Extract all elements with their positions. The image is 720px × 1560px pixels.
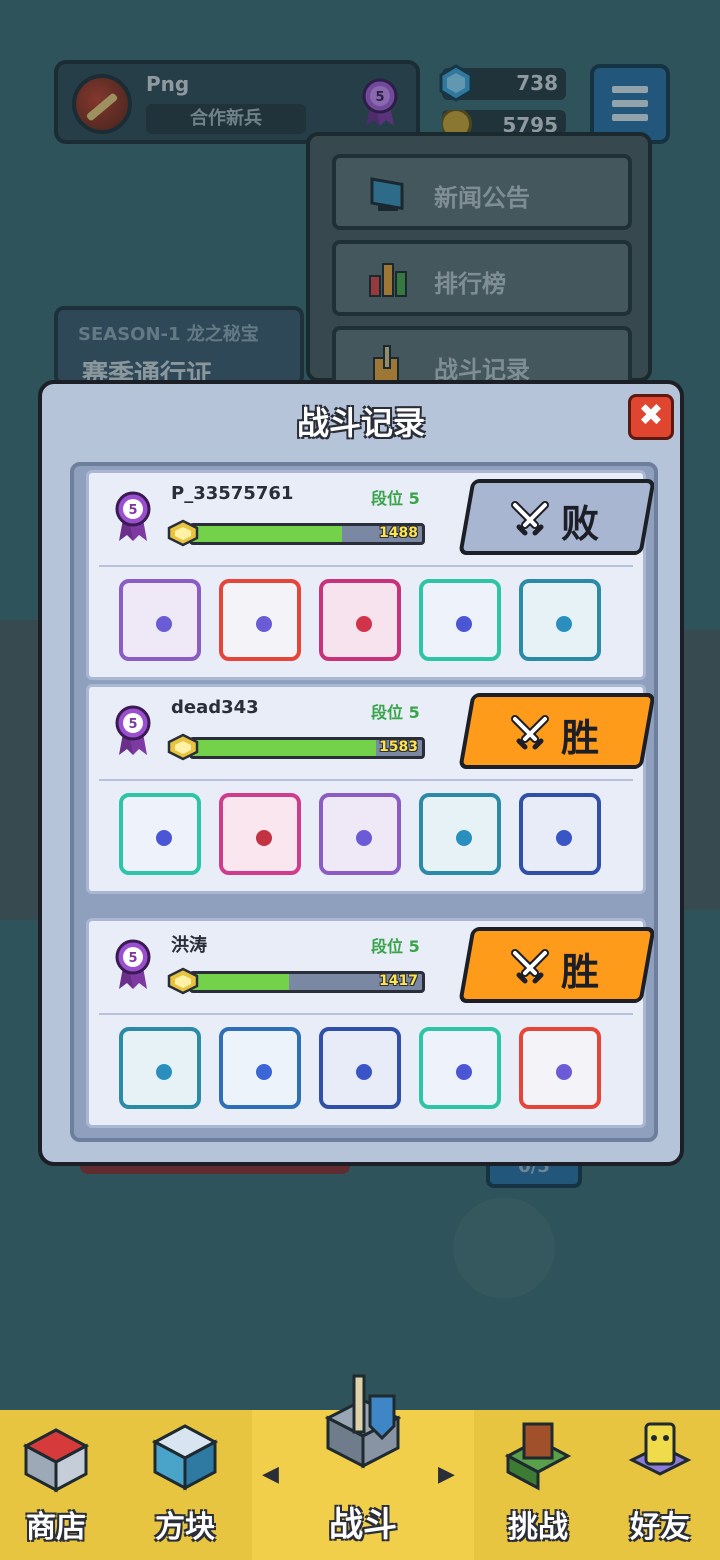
opponent-name: 洪涛 xyxy=(171,935,207,956)
opponent-name: P_33575761 xyxy=(171,483,294,504)
hands-die-icon[interactable] xyxy=(419,579,501,661)
die-pip xyxy=(556,1064,572,1080)
tab-challenge[interactable]: 挑战 xyxy=(478,1410,598,1560)
die-pip xyxy=(456,616,472,632)
opponent-deck xyxy=(119,793,619,883)
tab-label: 好友 xyxy=(630,1510,690,1545)
shop-icon xyxy=(22,1428,90,1493)
battle-icon xyxy=(324,1374,402,1469)
trophy-icon xyxy=(167,733,199,761)
die-pip xyxy=(356,830,372,846)
result-label: 胜 xyxy=(561,716,600,760)
crossed-swords-icon xyxy=(511,501,549,536)
opponent-deck xyxy=(119,1027,619,1117)
die-pip xyxy=(356,616,372,632)
tab-friends[interactable]: 好友 xyxy=(600,1410,720,1560)
card-divider xyxy=(99,565,633,567)
bottom-nav: 商店 方块 战斗 挑战 好友 xyxy=(0,1374,720,1560)
victory-result-button[interactable]: 胜 xyxy=(458,693,654,769)
tab-label: 战斗 xyxy=(329,1505,397,1545)
dice-box-icon xyxy=(151,1424,219,1491)
trophy-progress-fill xyxy=(192,974,289,990)
sword-die-icon[interactable] xyxy=(319,579,401,661)
trophy-progress-bar: 1417 xyxy=(189,971,425,993)
vortex-die-icon[interactable] xyxy=(419,793,501,875)
challenge-icon xyxy=(504,1422,572,1491)
friends-icon xyxy=(628,1422,692,1476)
wind-die-icon[interactable] xyxy=(119,1027,201,1109)
crossed-swords-icon xyxy=(511,715,549,750)
svg-text:5: 5 xyxy=(128,503,137,518)
die-pip xyxy=(456,830,472,846)
cog-die-icon[interactable] xyxy=(319,1027,401,1109)
hands-die-icon[interactable] xyxy=(119,793,201,875)
trophy-icon xyxy=(167,519,199,547)
battle-record-card[interactable]: 5 P_33575761 段位 5 1488 败 xyxy=(86,470,654,680)
defeat-result-button[interactable]: 败 xyxy=(458,479,654,555)
tab-dice[interactable]: 方块 xyxy=(120,1410,250,1560)
opponent-rank: 段位 5 xyxy=(371,703,420,722)
result-label: 胜 xyxy=(561,950,600,994)
battle-record-card[interactable]: 5 洪涛 段位 5 1417 胜 xyxy=(86,918,654,1128)
victory-result-button[interactable]: 胜 xyxy=(458,927,654,1003)
trophy-progress-bar: 1583 xyxy=(189,737,425,759)
trophy-score: 1417 xyxy=(379,973,418,989)
svg-text:5: 5 xyxy=(128,951,137,966)
trophy-icon xyxy=(167,967,199,995)
die-pip xyxy=(256,616,272,632)
die-pip xyxy=(556,830,572,846)
svg-text:5: 5 xyxy=(128,717,137,732)
battle-record-modal: 战斗记录 ✖ 5 P_33575761 段位 5 1488 败 5 dead34… xyxy=(38,380,684,1166)
trophy-progress-bar: 1488 xyxy=(189,523,425,545)
modal-title: 战斗记录 xyxy=(296,404,425,442)
tab-label: 挑战 xyxy=(508,1510,568,1545)
tab-shop[interactable]: 商店 xyxy=(0,1410,112,1560)
snowflake-die-icon[interactable] xyxy=(219,1027,301,1109)
cog-die-icon[interactable] xyxy=(519,793,601,875)
die-pip xyxy=(356,1064,372,1080)
shield-die-icon[interactable] xyxy=(219,793,301,875)
tab-label: 方块 xyxy=(155,1510,215,1545)
opponent-name: dead343 xyxy=(171,697,259,718)
battle-record-list[interactable]: 5 P_33575761 段位 5 1488 败 5 dead343 段位 5 … xyxy=(70,462,658,1142)
trophy-progress-fill xyxy=(192,740,376,756)
die-pip xyxy=(156,1064,172,1080)
crossed-swords-icon xyxy=(511,949,549,984)
die-pip xyxy=(156,616,172,632)
opponent-rank: 段位 5 xyxy=(371,937,420,956)
trophy-progress-fill xyxy=(192,526,342,542)
trophy-score: 1583 xyxy=(379,739,418,755)
battle-record-card[interactable]: 5 dead343 段位 5 1583 胜 xyxy=(86,684,654,894)
hands-die-icon[interactable] xyxy=(419,1027,501,1109)
nav-right-arrow-icon[interactable]: ▶ xyxy=(438,1462,455,1487)
opponent-rank: 段位 5 xyxy=(371,489,420,508)
gear-die-icon[interactable] xyxy=(319,793,401,875)
close-button[interactable]: ✖ xyxy=(628,394,674,440)
card-divider xyxy=(99,1013,633,1015)
result-label: 败 xyxy=(561,502,600,546)
gear-die-icon[interactable] xyxy=(119,579,201,661)
rainbow-die-icon[interactable] xyxy=(519,1027,601,1109)
die-pip xyxy=(256,1064,272,1080)
die-pip xyxy=(156,830,172,846)
rainbow-die-icon[interactable] xyxy=(219,579,301,661)
nav-left-arrow-icon[interactable]: ◀ xyxy=(262,1462,279,1487)
die-pip xyxy=(456,1064,472,1080)
rank-badge-icon: 5 xyxy=(115,705,151,755)
rank-badge-icon: 5 xyxy=(115,491,151,541)
trophy-score: 1488 xyxy=(379,525,418,541)
tab-label: 商店 xyxy=(26,1510,86,1545)
card-divider xyxy=(99,779,633,781)
opponent-deck xyxy=(119,579,619,669)
die-pip xyxy=(256,830,272,846)
die-pip xyxy=(556,616,572,632)
rank-badge-icon: 5 xyxy=(115,939,151,989)
vortex-die-icon[interactable] xyxy=(519,579,601,661)
